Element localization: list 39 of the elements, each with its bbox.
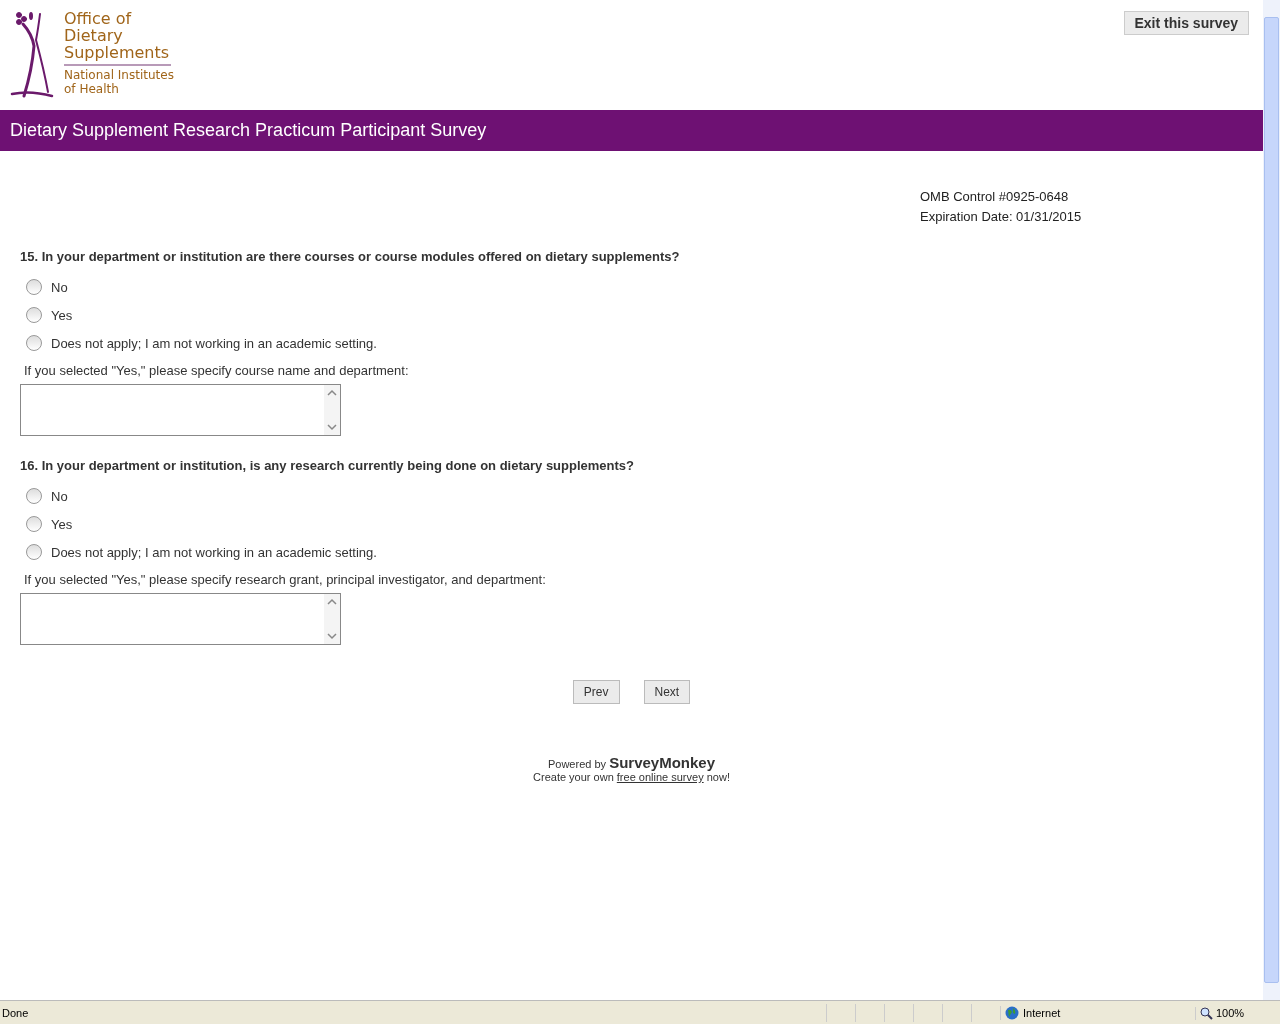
radio-button[interactable]: [26, 516, 42, 532]
survey-title-banner: Dietary Supplement Research Practicum Participant Survey: [0, 110, 1263, 151]
prompt-text: If you selected "Yes," please specify research grant, principal investigator, and department:: [24, 572, 547, 587]
option-label[interactable]: No: [51, 279, 68, 295]
status-text: Done: [1, 1007, 30, 1019]
zoom-icon[interactable]: [1200, 1006, 1213, 1020]
omb-text: OMB Control #0925-0648: [920, 188, 1070, 206]
question-title: 15. In your department or institution are there courses or course modules offered on dietary supplements?: [20, 249, 681, 264]
radio-button[interactable]: [26, 335, 42, 351]
exit-survey-button[interactable]: Exit this survey: [1123, 11, 1249, 35]
option-label[interactable]: Does not apply; I am not working in an academic setting.: [51, 335, 377, 351]
option-label[interactable]: Yes: [51, 307, 73, 323]
radio-button[interactable]: [26, 488, 42, 504]
prompt-text: If you selected "Yes," please specify course name and department:: [24, 363, 410, 378]
zone-text: Internet: [1023, 1007, 1061, 1019]
logo-text: Office of: [64, 10, 133, 27]
option-label[interactable]: No: [51, 488, 68, 504]
radio-button[interactable]: [26, 544, 42, 560]
powered-by-text: Powered by SurveyMonkey: [546, 754, 716, 771]
radio-button[interactable]: [26, 307, 42, 323]
logo-subtext: National Institutes: [64, 68, 174, 82]
option-label[interactable]: Yes: [51, 516, 73, 532]
omb-text: Expiration Date: 01/31/2015: [920, 208, 1083, 226]
scrollbar[interactable]: [1263, 0, 1280, 1000]
nav-button[interactable]: Next: [643, 680, 691, 704]
radio-button[interactable]: [26, 279, 42, 295]
globe-icon: [1005, 1006, 1019, 1020]
nav-button[interactable]: Prev: [572, 680, 620, 704]
survey-link[interactable]: free online survey: [616, 771, 704, 783]
logo-subtext: of Health: [64, 82, 120, 96]
zoom-level[interactable]: 100%: [1216, 1007, 1245, 1019]
answer-box[interactable]: [20, 384, 341, 436]
logo-text: Dietary: [64, 27, 124, 44]
figure-logo-icon: [10, 10, 54, 100]
option-label[interactable]: Does not apply; I am not working in an academic setting.: [51, 544, 377, 560]
answer-box[interactable]: [20, 593, 341, 645]
create-survey-text: Create your own free online survey now!: [532, 771, 731, 783]
question-title: 16. In your department or institution, is any research currently being done on dietary supplements?: [20, 458, 635, 473]
logo-text: Supplements: [64, 44, 171, 61]
